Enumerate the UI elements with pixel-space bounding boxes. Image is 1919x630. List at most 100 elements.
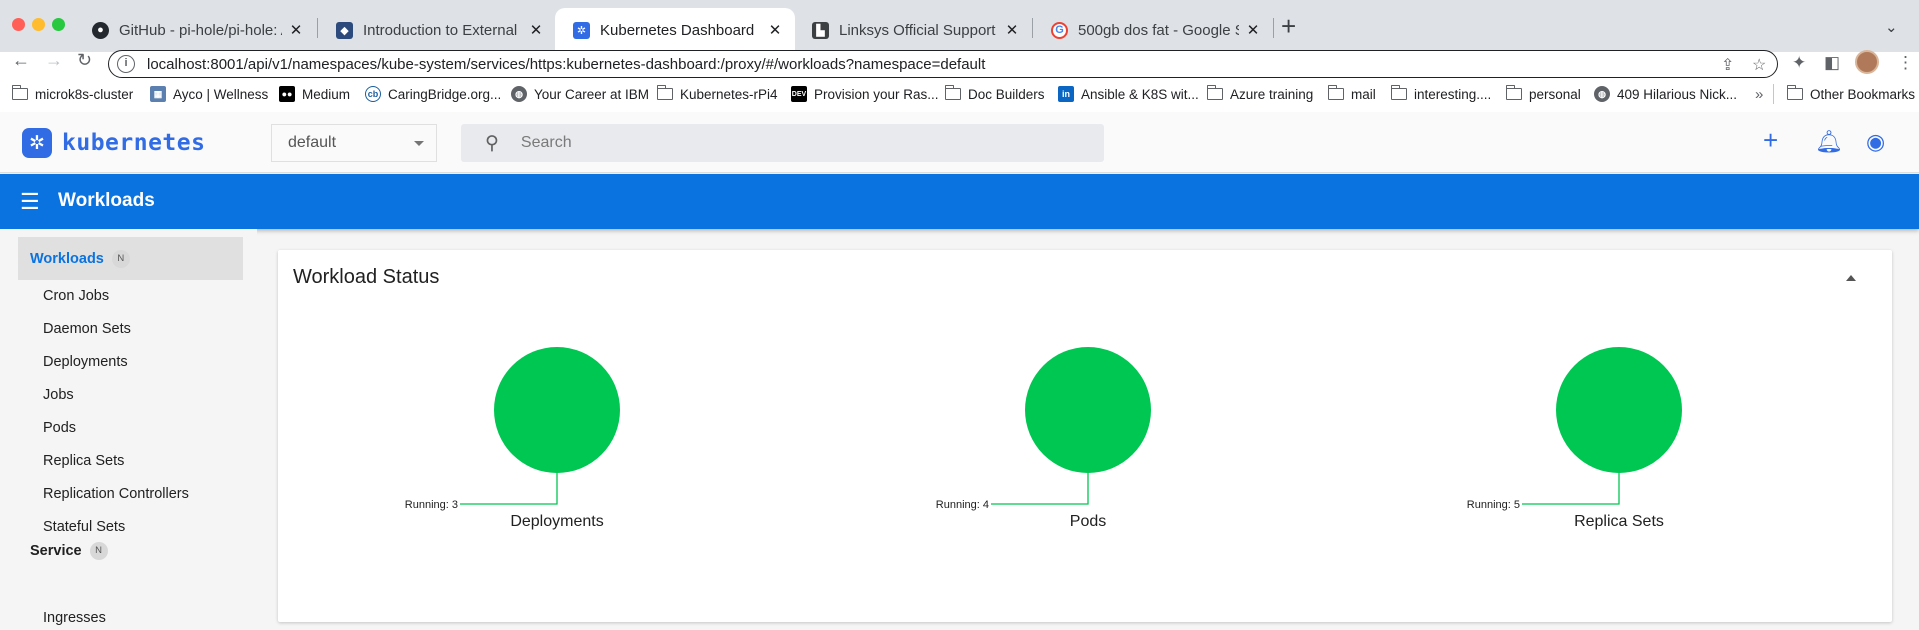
slice-data-label: Running: 4: [936, 499, 989, 511]
page-title: Workloads: [58, 190, 155, 211]
slice-data-label: Running: 3: [405, 499, 458, 511]
bookmark-item[interactable]: Kubernetes-rPi4: [656, 84, 778, 104]
bookmark-label: Ansible & K8S wit...: [1081, 86, 1199, 102]
bookmark-item[interactable]: ●● Medium: [279, 84, 350, 104]
bookmark-item[interactable]: DEV Provision your Ras...: [791, 84, 939, 104]
bookmark-item[interactable]: ◍ 409 Hilarious Nick...: [1594, 84, 1737, 104]
bookmark-item[interactable]: Doc Builders: [944, 84, 1045, 104]
add-icon[interactable]: +: [1763, 125, 1778, 156]
sidebar-nav: Workloads N Cron Jobs Daemon Sets Deploy…: [0, 229, 257, 630]
bookmark-item[interactable]: cb CaringBridge.org...: [365, 84, 501, 104]
browser-menu-icon[interactable]: ⋮: [1897, 53, 1914, 73]
close-tab-icon[interactable]: ✕: [288, 21, 304, 39]
page-toolbar: ☰ Workloads: [0, 174, 1919, 229]
bookmark-item[interactable]: ▦ Ayco | Wellness: [150, 84, 268, 104]
url-text[interactable]: localhost:8001/api/v1/namespaces/kube-sy…: [147, 56, 985, 73]
workload-status-charts: Running: 3 Deployments Running: 4 Pods Runni…: [405, 347, 1682, 530]
browser-tab[interactable]: ◆ Introduction to External DNS in ✕: [318, 8, 556, 52]
new-tab-icon[interactable]: +: [1281, 11, 1296, 41]
browser-tab-strip: ● GitHub - pi-hole/pi-hole: A blac ✕ ◆ I…: [0, 0, 1919, 52]
side-panel-icon[interactable]: ◧: [1824, 53, 1840, 73]
sidebar-item-deployments[interactable]: Deployments: [43, 354, 128, 370]
sidebar-item-pods[interactable]: Pods: [43, 420, 76, 436]
caringbridge-icon: cb: [365, 86, 381, 102]
folder-icon: [1390, 85, 1407, 100]
maximize-window-button[interactable]: [52, 18, 65, 31]
browser-tab[interactable]: ▙ Linksys Official Support - Links ✕: [794, 8, 1032, 52]
bookmark-label: 409 Hilarious Nick...: [1617, 86, 1738, 102]
linksys-icon: ▙: [812, 21, 829, 39]
workload-status-card: Workload Status Running: 3 Deployments Run…: [278, 250, 1892, 622]
bookmark-star-icon[interactable]: ☆: [1752, 55, 1766, 75]
close-tab-icon[interactable]: ✕: [1245, 21, 1261, 39]
folder-icon: [1505, 85, 1522, 100]
site-info-icon[interactable]: i: [117, 55, 135, 73]
dropdown-caret-icon: [414, 141, 424, 146]
tab-title: 500gb dos fat - Google Search: [1078, 21, 1239, 39]
google-icon: G: [1051, 21, 1068, 39]
account-icon[interactable]: ◉: [1866, 129, 1885, 155]
bookmark-item[interactable]: in Ansible & K8S wit...: [1058, 84, 1199, 104]
more-bookmarks-button[interactable]: »: [1755, 84, 1763, 104]
bookmark-label: interesting....: [1414, 86, 1492, 102]
tab-title: Kubernetes Dashboard: [600, 21, 755, 39]
profile-avatar[interactable]: [1855, 50, 1879, 74]
bookmark-item[interactable]: ◍ Your Career at IBM: [511, 84, 649, 104]
minimize-window-button[interactable]: [32, 18, 45, 31]
namespace-select[interactable]: default: [271, 124, 437, 162]
browser-tab[interactable]: ● GitHub - pi-hole/pi-hole: A blac ✕: [74, 8, 316, 52]
other-bookmarks[interactable]: Other Bookmarks: [1786, 84, 1915, 104]
close-window-button[interactable]: [12, 18, 25, 31]
linkedin-icon: in: [1058, 86, 1074, 102]
browser-tab-active[interactable]: ✲ Kubernetes Dashboard ✕: [555, 8, 795, 52]
sidebar-item-daemon-sets[interactable]: Daemon Sets: [43, 321, 131, 337]
folder-icon: [1786, 85, 1803, 100]
sidebar-item-service[interactable]: Service N: [18, 529, 243, 572]
close-tab-icon[interactable]: ✕: [528, 21, 544, 39]
notifications-bell-icon[interactable]: 🔔︎: [1815, 129, 1843, 155]
folder-icon: [11, 85, 28, 100]
bookmark-label: Azure training: [1230, 86, 1314, 102]
search-bar[interactable]: ⚲ Search: [461, 124, 1104, 162]
chart-title[interactable]: Replica Sets: [1574, 513, 1664, 530]
bookmark-item[interactable]: microk8s-cluster: [11, 84, 133, 104]
namespace-value: default: [288, 134, 337, 151]
bookmark-item[interactable]: personal: [1505, 84, 1581, 104]
sidebar-item-replica-sets[interactable]: Replica Sets: [43, 453, 124, 469]
sidebar-item-ingresses[interactable]: Ingresses: [43, 610, 106, 626]
close-tab-icon[interactable]: ✕: [767, 21, 783, 39]
sidebar-item-replication-controllers[interactable]: Replication Controllers: [43, 486, 189, 502]
sidebar-item-cron-jobs[interactable]: Cron Jobs: [43, 288, 109, 304]
bookmark-label: CaringBridge.org...: [388, 86, 502, 102]
pie-slice-running[interactable]: [1025, 347, 1151, 473]
bookmark-item[interactable]: mail: [1327, 84, 1376, 104]
back-icon[interactable]: ←: [12, 50, 30, 71]
browser-tab[interactable]: G 500gb dos fat - Google Search ✕: [1033, 8, 1273, 52]
menu-icon[interactable]: ☰: [20, 189, 40, 215]
search-input[interactable]: Search: [521, 134, 572, 152]
folder-icon: [944, 85, 961, 100]
kubernetes-logo[interactable]: ✲ kubernetes: [22, 128, 205, 158]
share-icon[interactable]: ⇪: [1721, 55, 1734, 75]
bookmarks-divider: [1773, 84, 1774, 104]
chart-title[interactable]: Pods: [1070, 513, 1106, 530]
extensions-icon[interactable]: ✦: [1792, 53, 1806, 73]
sidebar-item-jobs[interactable]: Jobs: [43, 387, 74, 403]
address-bar[interactable]: i localhost:8001/api/v1/namespaces/kube-…: [108, 50, 1778, 78]
reload-icon[interactable]: ↻: [77, 50, 92, 71]
bookmark-item[interactable]: Azure training: [1206, 84, 1314, 104]
brand-name: kubernetes: [62, 130, 206, 156]
forward-icon[interactable]: →: [45, 50, 63, 71]
tab-search-chevron-icon[interactable]: ⌄: [1885, 18, 1898, 36]
pie-slice-running[interactable]: [494, 347, 620, 473]
sidebar-item-workloads[interactable]: Workloads N: [18, 237, 243, 280]
kubernetes-icon: ✲: [573, 21, 590, 39]
medium-icon: ●●: [279, 86, 295, 102]
bookmark-label: Kubernetes-rPi4: [680, 86, 778, 102]
folder-icon: [1327, 85, 1344, 100]
bookmark-item[interactable]: interesting....: [1390, 84, 1492, 104]
pie-slice-running[interactable]: [1556, 347, 1682, 473]
close-tab-icon[interactable]: ✕: [1004, 21, 1020, 39]
chart-title[interactable]: Deployments: [510, 513, 603, 530]
bookmark-label: Medium: [302, 86, 351, 102]
